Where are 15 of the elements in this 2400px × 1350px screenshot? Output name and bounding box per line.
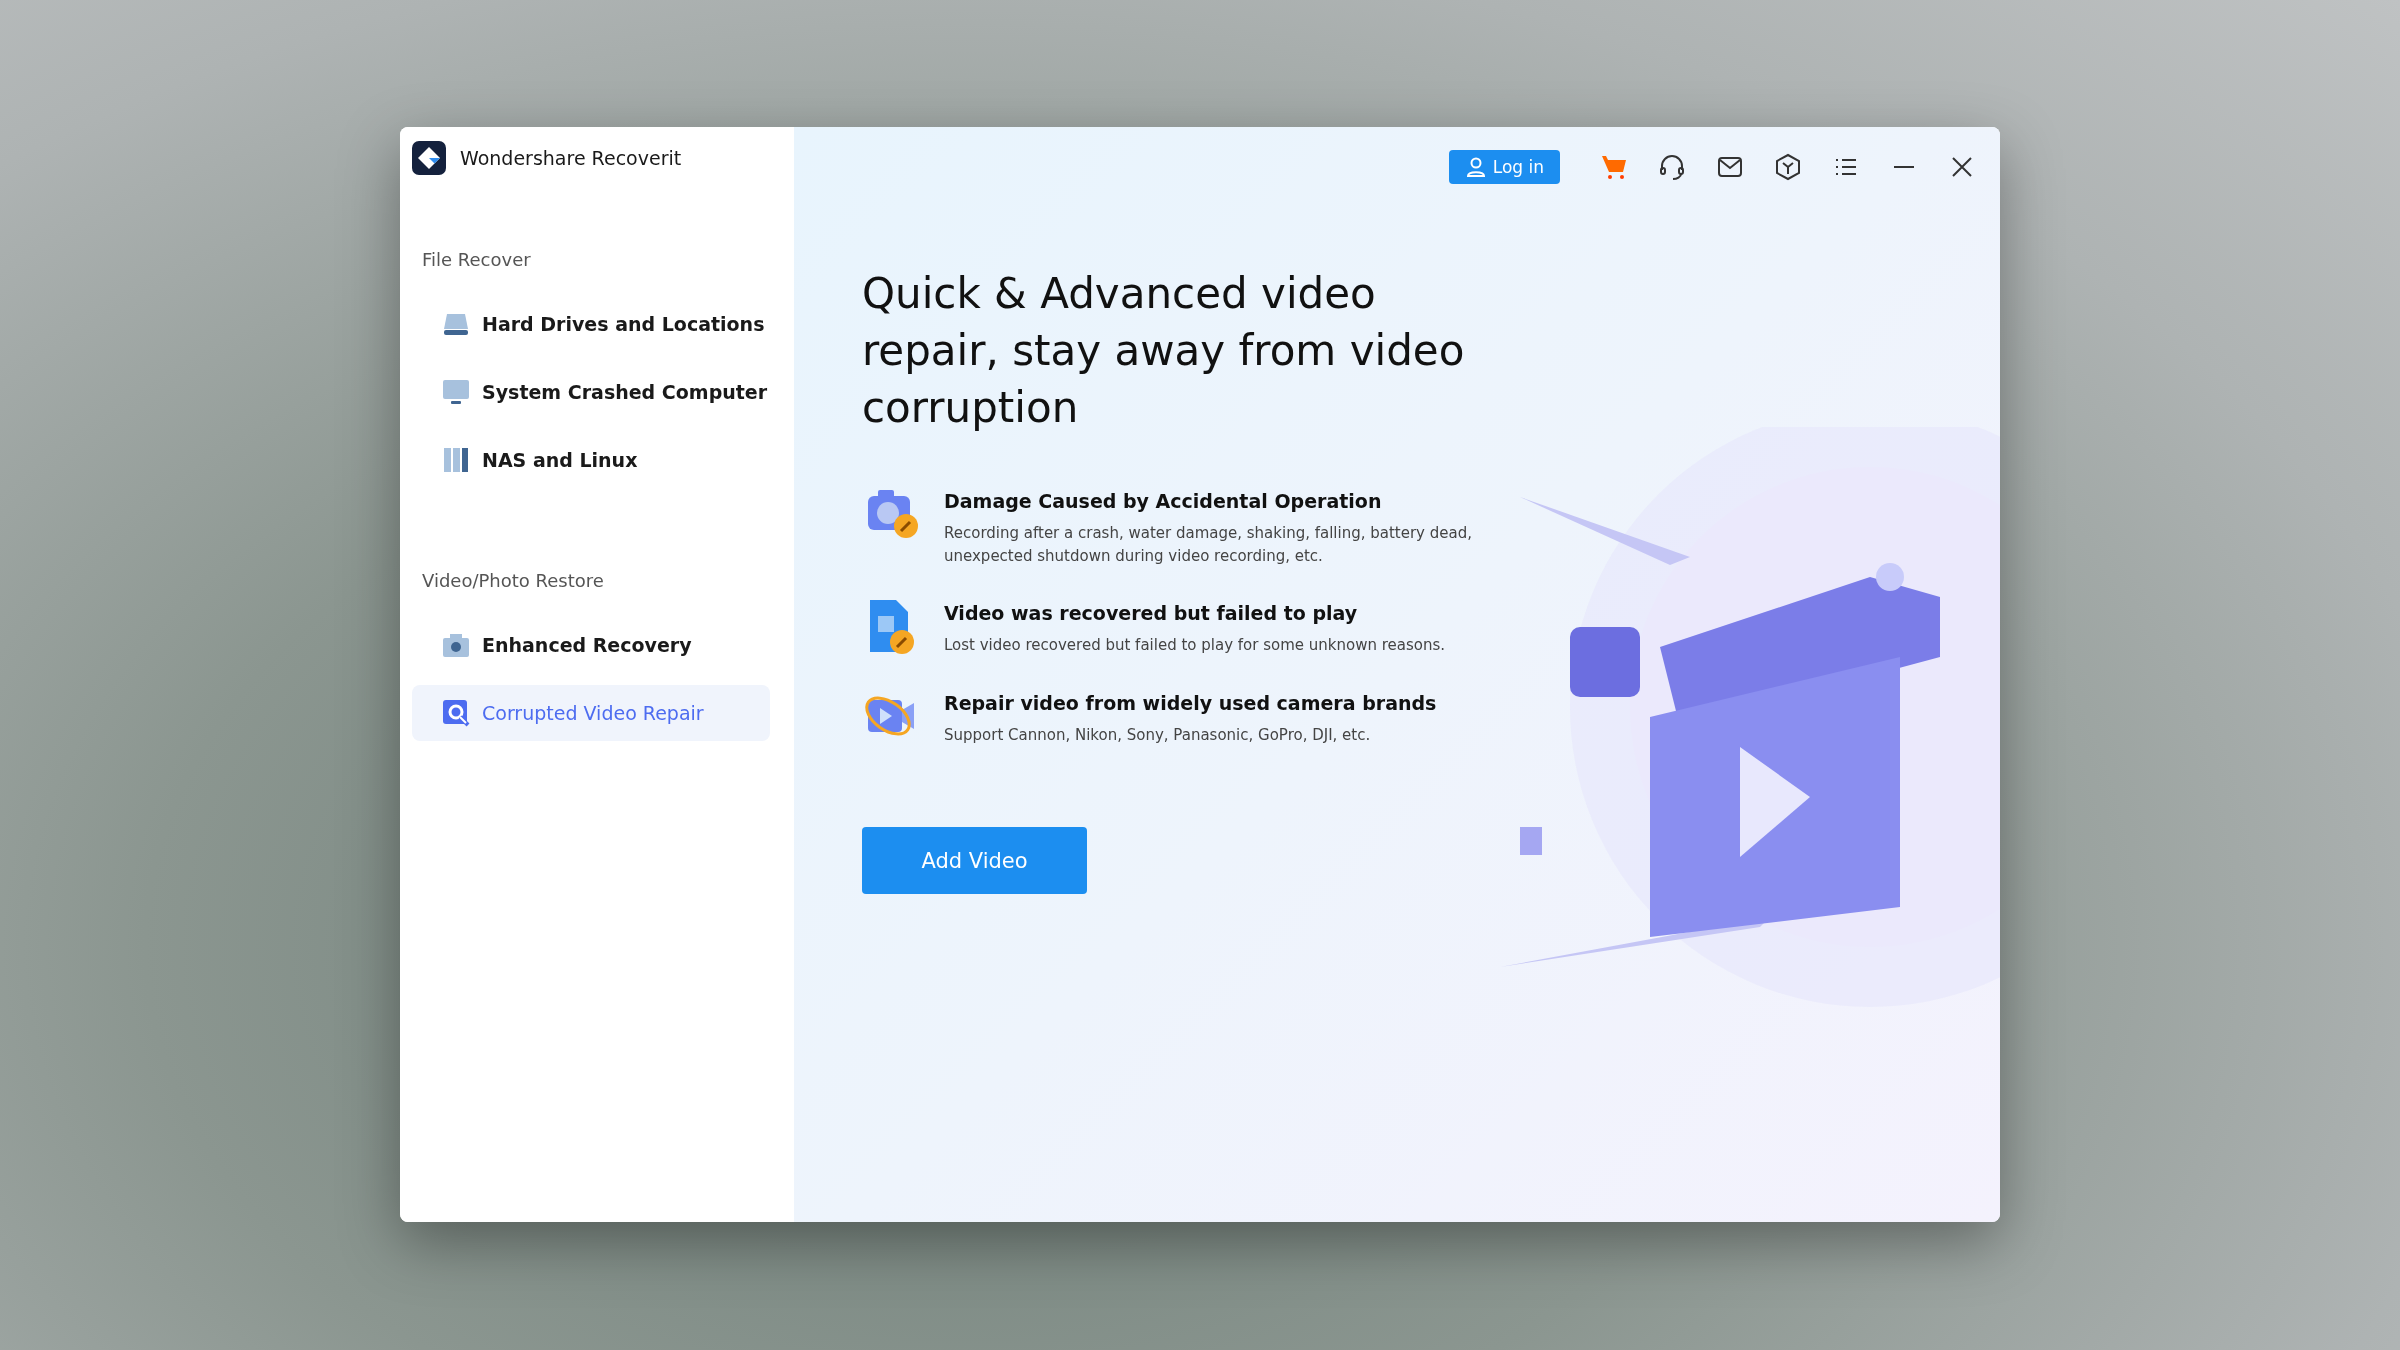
sidebar-item[interactable]: System Crashed Computer <box>412 364 770 420</box>
sidebar-item[interactable]: Enhanced Recovery <box>412 617 770 673</box>
feature-title: Repair video from widely used camera brands <box>944 692 1438 714</box>
feature-title: Damage Caused by Accidental Operation <box>944 490 1383 512</box>
feature-title: Video was recovered but failed to play <box>944 602 1359 624</box>
sidebar-item[interactable]: Corrupted Video Repair <box>412 685 770 741</box>
feature-description: Lost video recovered but failed to play for some unknown reasons. <box>944 635 1447 656</box>
section-heading: Video/Photo Restore <box>422 570 605 591</box>
feature-description: Support Cannon, Nikon, Sony, Panasonic, GoPro, DJI, etc. <box>944 725 1372 746</box>
window-title: Wondershare Recoverit <box>460 147 682 169</box>
feature-description: Recording after a crash, water damage, shaking, falling, battery dead, unexpected shutdown during video recording, etc. <box>944 523 1473 567</box>
sidebar-item[interactable]: Hard Drives and Locations <box>412 296 770 352</box>
sidebar-item[interactable]: NAS and Linux <box>412 432 770 488</box>
main-heading: Quick & Advanced video repair, stay away from video corruption <box>862 268 1466 434</box>
section-heading: File Recover <box>422 249 532 270</box>
